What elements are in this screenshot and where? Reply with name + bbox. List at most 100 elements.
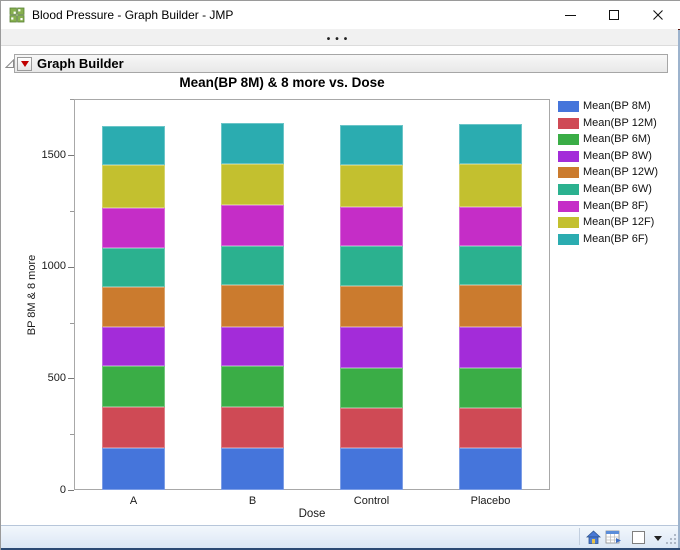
legend-item[interactable]: Mean(BP 8F) xyxy=(558,199,658,212)
maximize-icon xyxy=(609,10,619,20)
maximize-button[interactable] xyxy=(592,1,636,29)
legend-swatch[interactable] xyxy=(558,150,579,162)
bar-segment[interactable] xyxy=(102,326,165,367)
bar-segment[interactable] xyxy=(102,366,165,408)
bar-segment[interactable] xyxy=(102,247,165,287)
statusbar-separator xyxy=(579,528,580,545)
bar-segment[interactable] xyxy=(459,327,522,369)
legend-label: Mean(BP 6W) xyxy=(583,182,652,195)
legend-swatch[interactable] xyxy=(558,200,579,212)
bar-segment[interactable] xyxy=(459,163,522,208)
minimize-icon xyxy=(564,14,576,16)
legend-label: Mean(BP 6F) xyxy=(583,232,649,245)
legend-item[interactable]: Mean(BP 12W) xyxy=(558,166,658,179)
bar-segment[interactable] xyxy=(340,206,403,247)
legend-item[interactable]: Mean(BP 6M) xyxy=(558,133,658,146)
x-axis-category-label[interactable]: Placebo xyxy=(446,495,536,507)
legend: Mean(BP 8M) Mean(BP 12M) Mean(BP 6M) Mean(B… xyxy=(558,101,658,250)
x-axis-category-label[interactable]: A xyxy=(89,495,179,507)
y-axis-tick-label[interactable]: 0 xyxy=(22,484,66,496)
jmp-app-icon[interactable] xyxy=(9,7,25,23)
y-axis-major-tick xyxy=(68,266,74,268)
legend-label: Mean(BP 12W) xyxy=(583,166,658,179)
bar-segment[interactable] xyxy=(221,163,284,205)
bar-segment[interactable] xyxy=(340,246,403,286)
color-swatch[interactable] xyxy=(632,531,645,544)
bar-segment[interactable] xyxy=(221,123,284,164)
bar-segment[interactable] xyxy=(459,207,522,247)
dropdown-icon[interactable] xyxy=(654,536,662,541)
data-table-icon[interactable] xyxy=(605,530,622,545)
legend-item[interactable]: Mean(BP 8W) xyxy=(558,149,658,162)
title-bar[interactable]: Blood Pressure - Graph Builder - JMP xyxy=(1,1,680,29)
y-axis-tick-label[interactable]: 1500 xyxy=(22,149,66,161)
bar-segment[interactable] xyxy=(340,326,403,368)
toolbar-overflow-button[interactable]: ••• xyxy=(327,32,353,47)
bar-segment[interactable] xyxy=(221,246,284,286)
chart-title[interactable]: Mean(BP 8M) & 8 more vs. Dose xyxy=(14,75,550,90)
legend-swatch[interactable] xyxy=(558,134,579,146)
legend-swatch[interactable] xyxy=(558,217,579,229)
bar-segment[interactable] xyxy=(221,447,284,490)
bar-segment[interactable] xyxy=(102,165,165,208)
legend-label: Mean(BP 12F) xyxy=(583,216,655,229)
graph-area: Mean(BP 8M) & 8 more vs. Dose BP 8M & 8 … xyxy=(2,47,678,525)
minimize-button[interactable] xyxy=(548,1,592,29)
bar-segment[interactable] xyxy=(340,407,403,449)
bar-segment[interactable] xyxy=(102,448,165,490)
y-axis-major-tick xyxy=(68,490,74,491)
y-axis-minor-tick xyxy=(70,99,74,101)
bar-segment[interactable] xyxy=(459,447,522,490)
legend-swatch[interactable] xyxy=(558,167,579,179)
y-axis-major-tick xyxy=(68,155,74,156)
bar-segment[interactable] xyxy=(221,285,284,327)
resize-grip-icon[interactable] xyxy=(666,534,676,544)
bar-segment[interactable] xyxy=(221,366,284,408)
y-axis-minor-tick xyxy=(70,434,74,436)
legend-label: Mean(BP 8M) xyxy=(583,100,651,112)
home-icon[interactable] xyxy=(586,530,601,545)
x-axis-title[interactable]: Dose xyxy=(272,508,352,520)
bar-segment[interactable] xyxy=(221,204,284,247)
close-button[interactable] xyxy=(636,1,680,29)
legend-item[interactable]: Mean(BP 12F) xyxy=(558,216,658,229)
x-axis-category-label[interactable]: B xyxy=(208,495,298,507)
legend-label: Mean(BP 8W) xyxy=(583,149,652,162)
bar-segment[interactable] xyxy=(102,407,165,449)
bar-segment[interactable] xyxy=(340,285,403,327)
bar-segment[interactable] xyxy=(459,368,522,409)
y-axis-minor-tick xyxy=(70,322,74,324)
legend-item[interactable]: Mean(BP 6W) xyxy=(558,182,658,195)
legend-item[interactable]: Mean(BP 6F) xyxy=(558,232,658,245)
bar-segment[interactable] xyxy=(459,246,522,286)
y-axis-major-tick xyxy=(68,378,74,380)
bar-segment[interactable] xyxy=(459,123,522,164)
bar-segment[interactable] xyxy=(340,448,403,490)
legend-item[interactable]: Mean(BP 8M) xyxy=(558,101,658,112)
y-axis-minor-tick xyxy=(70,210,74,212)
bar-segment[interactable] xyxy=(102,125,165,166)
bar-segment[interactable] xyxy=(221,326,284,367)
legend-swatch[interactable] xyxy=(558,183,579,195)
status-bar xyxy=(1,525,680,550)
bar-segment[interactable] xyxy=(459,408,522,448)
bar-segment[interactable] xyxy=(340,124,403,166)
bar-segment[interactable] xyxy=(459,285,522,328)
toolbar-strip: ••• xyxy=(1,29,678,46)
legend-label: Mean(BP 8F) xyxy=(583,199,649,212)
x-axis-category-label[interactable]: Control xyxy=(327,495,417,507)
legend-label: Mean(BP 6M) xyxy=(583,133,651,146)
legend-swatch[interactable] xyxy=(558,117,579,129)
legend-swatch[interactable] xyxy=(558,101,579,112)
bar-segment[interactable] xyxy=(102,286,165,327)
bar-segment[interactable] xyxy=(340,367,403,408)
window-title: Blood Pressure - Graph Builder - JMP xyxy=(32,8,234,22)
y-axis-tick-label[interactable]: 1000 xyxy=(22,260,66,272)
bar-segment[interactable] xyxy=(102,207,165,248)
legend-item[interactable]: Mean(BP 12M) xyxy=(558,117,658,129)
close-icon xyxy=(653,10,663,20)
bar-segment[interactable] xyxy=(221,407,284,448)
y-axis-tick-label[interactable]: 500 xyxy=(22,372,66,384)
bar-segment[interactable] xyxy=(340,165,403,207)
legend-swatch[interactable] xyxy=(558,233,579,245)
